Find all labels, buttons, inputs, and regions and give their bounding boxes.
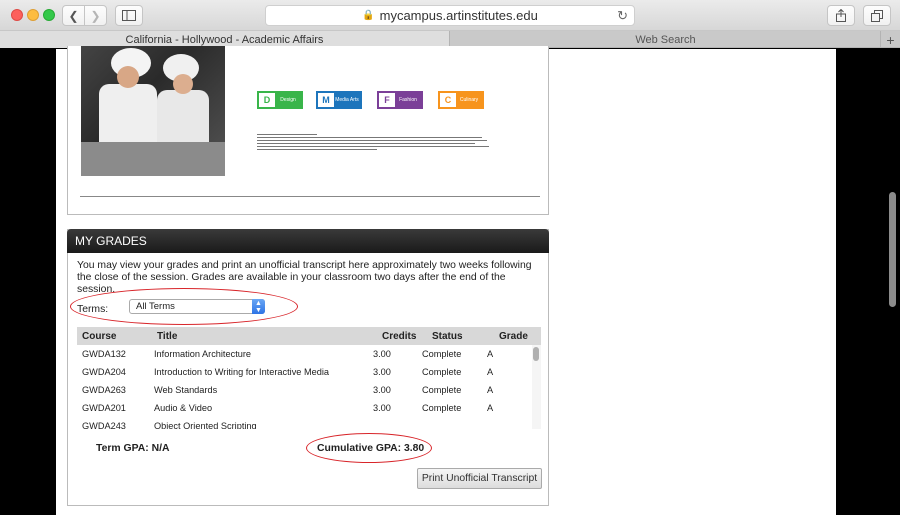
cell-title: Information Architecture	[154, 349, 252, 359]
col-title: Title	[157, 330, 178, 342]
table-header: Course Title Credits Status Grade	[77, 327, 541, 345]
grades-table: Course Title Credits Status Grade GWDA13…	[77, 327, 541, 429]
table-row: GWDA132 Information Architecture 3.00 Co…	[77, 345, 532, 363]
badge-media-arts[interactable]: M Media Arts	[316, 91, 362, 109]
cell-credits: 3.00	[373, 349, 391, 359]
col-credits: Credits	[382, 330, 417, 342]
ad-panel: D Design M Media Arts F Fashion C Culinary	[67, 46, 549, 215]
col-status: Status	[432, 330, 463, 342]
share-button[interactable]	[827, 5, 855, 26]
cell-title: Audio & Video	[154, 403, 213, 413]
my-grades-panel: MY GRADES You may view your grades and p…	[67, 229, 549, 506]
close-window-button[interactable]	[11, 9, 23, 21]
cell-status: Complete	[422, 403, 462, 413]
term-gpa: Term GPA: N/A	[96, 443, 170, 454]
page-scroll-thumb[interactable]	[889, 192, 896, 307]
sidebar-button[interactable]	[115, 5, 143, 26]
tabs-overview-button[interactable]	[863, 5, 891, 26]
cell-grade: A	[487, 385, 494, 395]
lock-icon: 🔒	[362, 10, 375, 21]
share-icon	[836, 9, 846, 22]
highlight-circle-gpa	[306, 433, 432, 463]
minimize-window-button[interactable]	[27, 9, 39, 21]
tab-label: Web Search	[635, 33, 696, 46]
page-scrollbar[interactable]	[885, 49, 900, 515]
cell-credits: 3.00	[373, 367, 391, 377]
cell-status: Complete	[422, 367, 462, 377]
tabs-overview-icon	[871, 9, 883, 22]
tab-label: California - Hollywood - Academic Affair…	[125, 33, 324, 46]
zoom-window-button[interactable]	[43, 9, 55, 21]
badge-fashion[interactable]: F Fashion	[377, 91, 423, 109]
url-text: mycampus.artinstitutes.edu	[379, 8, 538, 23]
cell-course: GWDA243	[82, 421, 126, 429]
cell-course: GWDA263	[82, 385, 126, 395]
forward-chevron-icon: ❯	[90, 8, 101, 23]
back-button[interactable]: ❮	[62, 5, 85, 26]
table-row: GWDA201 Audio & Video 3.00 Complete A	[77, 399, 532, 417]
table-scrollbar[interactable]	[532, 345, 541, 429]
cell-grade: A	[487, 403, 494, 413]
print-transcript-button[interactable]: Print Unofficial Transcript	[417, 468, 542, 489]
back-chevron-icon: ❮	[68, 8, 79, 23]
cell-status: Complete	[422, 385, 462, 395]
badge-design[interactable]: D Design	[257, 91, 303, 109]
table-scroll-thumb[interactable]	[533, 347, 539, 361]
cell-status: Complete	[422, 349, 462, 359]
divider	[80, 196, 540, 197]
address-bar[interactable]: 🔒 mycampus.artinstitutes.edu ↻	[265, 5, 635, 26]
table-row: GWDA204 Introduction to Writing for Inte…	[77, 363, 532, 381]
new-tab-button[interactable]: +	[880, 31, 900, 48]
cell-title: Object Oriented Scripting	[154, 421, 257, 429]
forward-button[interactable]: ❯	[84, 5, 107, 26]
cell-title: Web Standards	[154, 385, 218, 395]
table-row: GWDA243 Object Oriented Scripting	[77, 417, 532, 429]
cell-course: GWDA201	[82, 403, 126, 413]
cell-grade: A	[487, 367, 494, 377]
col-grade: Grade	[499, 330, 528, 342]
table-body[interactable]: GWDA132 Information Architecture 3.00 Co…	[77, 345, 541, 429]
cell-credits: 3.00	[373, 403, 391, 413]
sidebar-icon	[122, 10, 136, 21]
highlight-circle-terms	[70, 288, 298, 325]
badge-culinary[interactable]: C Culinary	[438, 91, 484, 109]
reload-icon[interactable]: ↻	[617, 8, 628, 24]
cell-title: Introduction to Writing for Interactive …	[154, 367, 329, 377]
cell-grade: A	[487, 349, 494, 359]
page-content: D Design M Media Arts F Fashion C Culinary M…	[56, 46, 836, 515]
cell-credits: 3.00	[373, 385, 391, 395]
table-row: GWDA263 Web Standards 3.00 Complete A	[77, 381, 532, 399]
col-course: Course	[82, 330, 117, 342]
my-grades-header: MY GRADES	[67, 229, 549, 253]
browser-toolbar: ❮ ❯ 🔒 mycampus.artinstitutes.edu ↻	[0, 0, 900, 31]
plus-icon: +	[886, 31, 895, 48]
cell-course: GWDA132	[82, 349, 126, 359]
chef-photo	[81, 46, 225, 176]
ad-fineprint	[257, 132, 497, 152]
cell-course: GWDA204	[82, 367, 126, 377]
